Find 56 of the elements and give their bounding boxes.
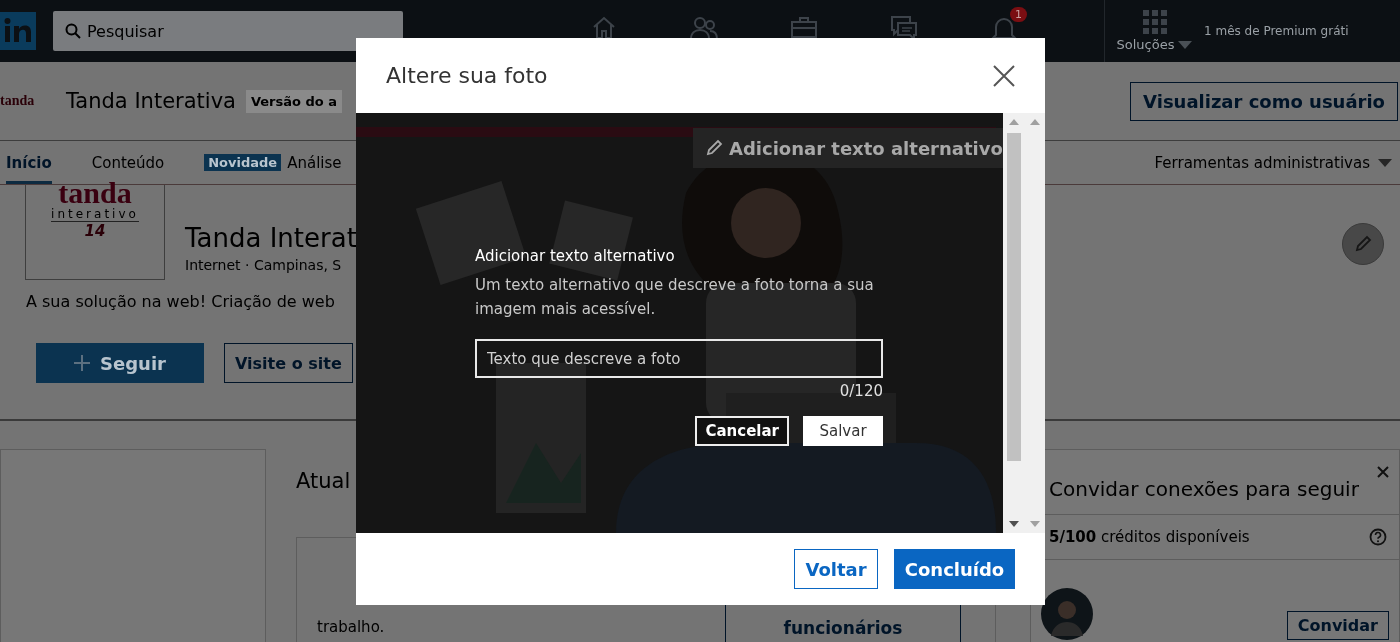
company-name: Tanda Interat [185, 223, 357, 253]
view-as-member-button[interactable]: Visualizar como usuário [1130, 81, 1398, 121]
caret-icon [1378, 158, 1392, 167]
close-icon[interactable] [993, 64, 1015, 87]
chat-icon[interactable] [890, 15, 918, 41]
section-title: Atual [296, 469, 352, 493]
back-button[interactable]: Voltar [794, 549, 878, 589]
visit-website-button[interactable]: Visite o site [224, 343, 353, 383]
search-field[interactable]: Pesquisar [53, 11, 403, 51]
cancel-button[interactable]: Cancelar [695, 416, 789, 446]
notify-text: trabalho. [317, 618, 386, 636]
company-name: Tanda Interativa [66, 89, 236, 113]
briefcase-icon[interactable] [790, 15, 818, 39]
credits-text: 5/100 créditos disponíveis [1049, 528, 1250, 546]
search-icon [65, 23, 81, 39]
alt-text-field[interactable]: Texto que descreve a foto [475, 339, 883, 378]
done-button[interactable]: Concluído [894, 549, 1015, 589]
premium-link[interactable]: 1 mês de Premium gráti [1204, 24, 1349, 38]
alt-text-title: Adicionar texto alternativo [475, 247, 676, 265]
close-icon[interactable] [1377, 466, 1389, 478]
help-icon[interactable] [1369, 528, 1387, 546]
logo-tagline: interativo [51, 207, 139, 222]
caret-icon [1178, 40, 1193, 49]
scrollbar[interactable] [1003, 113, 1045, 533]
people-icon[interactable] [689, 15, 719, 41]
scroll-down-icon[interactable] [1008, 521, 1019, 527]
scrollbar-thumb[interactable] [1007, 133, 1021, 461]
page-tab[interactable]: Análise [287, 141, 362, 184]
solutions-menu[interactable]: Soluções [1104, 0, 1204, 62]
admin-view-chip: Versão do a [245, 89, 343, 113]
alt-text-description: Um texto alternativo que descreve a foto torna a sua imagem mais acessível. [475, 275, 875, 320]
panel-title: Convidar conexões para seguir [1049, 477, 1359, 501]
admin-tools-menu[interactable]: Ferramentas administrativas [1148, 152, 1398, 173]
company-details: Internet · Campinas, S [185, 257, 343, 273]
new-badge: Novidade [204, 154, 282, 171]
scroll-up-icon[interactable] [1029, 119, 1040, 125]
home-icon[interactable] [591, 15, 617, 41]
grid-icon [1142, 10, 1167, 34]
avatar-icon [1041, 588, 1093, 640]
company-tagline: A sua solução na web! Criação de web [26, 292, 335, 311]
logo-years: 14 [84, 222, 106, 240]
plus-icon [74, 355, 91, 371]
follow-button[interactable]: Seguir [36, 343, 204, 383]
save-button[interactable]: Salvar [803, 416, 883, 446]
add-alt-text-button[interactable]: Adicionar texto alternativo [693, 128, 1003, 168]
logo-wordmark: tanda [58, 179, 132, 207]
page-tab[interactable]: Início [6, 141, 52, 184]
company-logo: tanda [0, 93, 36, 109]
edit-button[interactable] [1342, 223, 1384, 265]
pencil-icon [705, 139, 723, 157]
dialog-title: Altere sua foto [386, 63, 548, 88]
pencil-icon [1354, 235, 1372, 253]
character-counter: 0/120 [839, 382, 883, 400]
notification-badge: 1 [1010, 7, 1027, 22]
scroll-up-icon[interactable] [1008, 119, 1019, 125]
invite-button[interactable]: Convidar [1286, 611, 1389, 640]
